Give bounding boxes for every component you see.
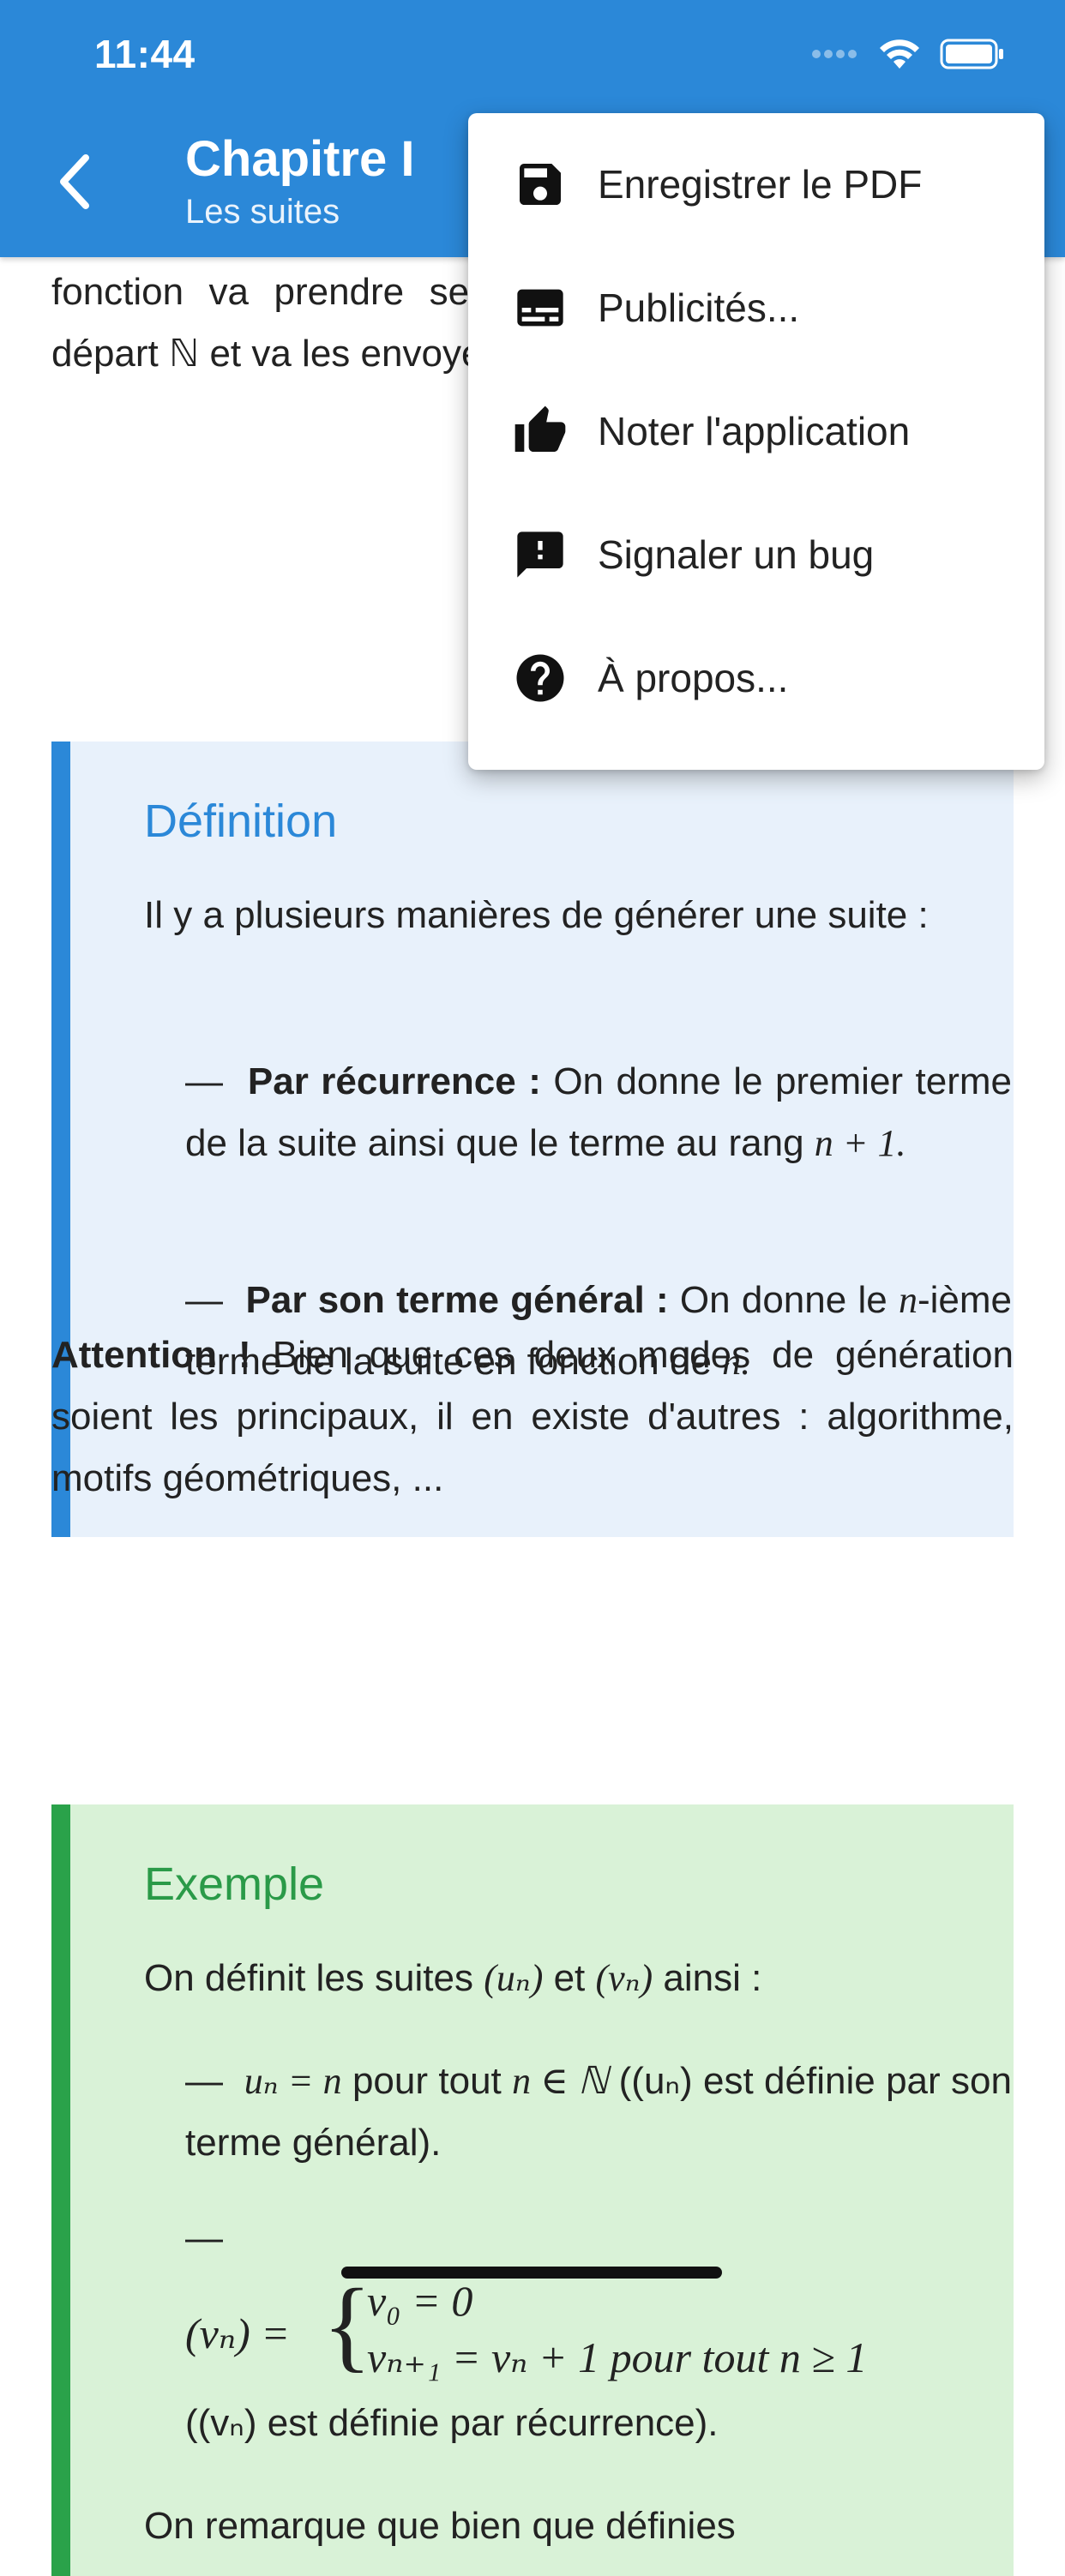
example-item-general: — uₙ = n pour tout n ∈ ℕ ((uₙ) est défin… (185, 2051, 1012, 2174)
status-icons (811, 38, 1005, 70)
piecewise-line2: vₙ₊₁ = vₙ + 1 pour tout n ≥ 1 (367, 2333, 868, 2381)
menu-item-ads[interactable]: Publicités... (468, 246, 1044, 369)
example-item-recurrence-dash: — (185, 2217, 223, 2259)
definition-item-recurrence: — Par récurrence : On donne le premier t… (185, 1051, 1012, 1174)
menu-label: Publicités... (598, 285, 800, 330)
example-intro: On définit les suites (uₙ) et (vₙ) ainsi… (144, 1948, 1002, 2009)
piecewise-line1: v₀ = 0 (367, 2277, 473, 2325)
example-bottom-text: On remarque que bien que définies (144, 2505, 736, 2547)
item-math: n + 1. (814, 1122, 906, 1164)
intro-text: On définit les suites (144, 1957, 473, 1999)
item-math: uₙ = n (244, 2060, 342, 2102)
battery-icon (940, 39, 1003, 69)
intro-math: (uₙ) (484, 1957, 544, 1999)
example-box: Exemple On définit les suites (uₙ) et (v… (51, 1804, 1014, 2576)
piecewise-lhs: (vₙ) = (185, 2309, 290, 2357)
menu-item-rate-app[interactable]: Noter l'application (468, 369, 1044, 493)
example-piecewise: (vₙ) = { v₀ = 0 vₙ₊₁ = vₙ + 1 pour tout … (185, 2269, 1043, 2386)
intro-text: et (553, 1957, 586, 1999)
menu-label: À propos... (598, 656, 789, 700)
menu-item-save-pdf[interactable]: Enregistrer le PDF (468, 123, 1044, 246)
item-math: n ∈ ℕ (512, 2060, 609, 2102)
definition-title: Définition (144, 796, 338, 847)
menu-label: Signaler un bug (598, 532, 875, 577)
attention-label: Attention ! (51, 1334, 251, 1376)
thumb-up-icon (511, 402, 569, 460)
page-title: Chapitre I (185, 131, 415, 187)
dash: — (185, 1279, 246, 1321)
signal-icon (812, 50, 857, 58)
menu-label: Enregistrer le PDF (598, 162, 923, 207)
menu-item-about[interactable]: À propos... (468, 616, 1044, 740)
menu-item-report-bug[interactable]: Signaler un bug (468, 493, 1044, 616)
menu-label: Noter l'application (598, 409, 911, 453)
dash: — (185, 1060, 248, 1102)
feedback-icon (511, 525, 569, 584)
back-button[interactable] (48, 147, 99, 216)
item-bold: Par récurrence : (247, 1060, 541, 1102)
chevron-left-icon (60, 154, 89, 209)
status-time: 11:44 (94, 32, 196, 76)
item-math: n (898, 1279, 918, 1321)
intro-text: ainsi : (663, 1957, 762, 1999)
brace: { (322, 2267, 372, 2381)
home-indicator[interactable] (341, 2267, 722, 2279)
overflow-menu: Enregistrer le PDF Publicités... Noter l… (468, 113, 1044, 770)
item-text: On donne le (679, 1279, 888, 1321)
item-bold: Par son terme général : (245, 1279, 669, 1321)
example-title: Exemple (144, 1858, 325, 1910)
definition-intro: Il y a plusieurs manières de générer une… (144, 894, 929, 936)
wifi-icon (880, 39, 919, 69)
example-item-recurrence-tail: ((vₙ) est définie par récurrence). (185, 2402, 719, 2444)
intro-math: (vₙ) (595, 1957, 653, 1999)
dash: — (185, 2060, 244, 2102)
subtitles-icon (511, 279, 569, 337)
help-icon (511, 649, 569, 707)
page-subtitle: Les suites (185, 193, 340, 231)
save-icon (511, 155, 569, 213)
item-text: pour tout (352, 2060, 502, 2102)
attention-paragraph: Attention ! Bien que ces deux modes de g… (51, 1324, 1014, 1510)
example-bar (51, 1804, 70, 2576)
